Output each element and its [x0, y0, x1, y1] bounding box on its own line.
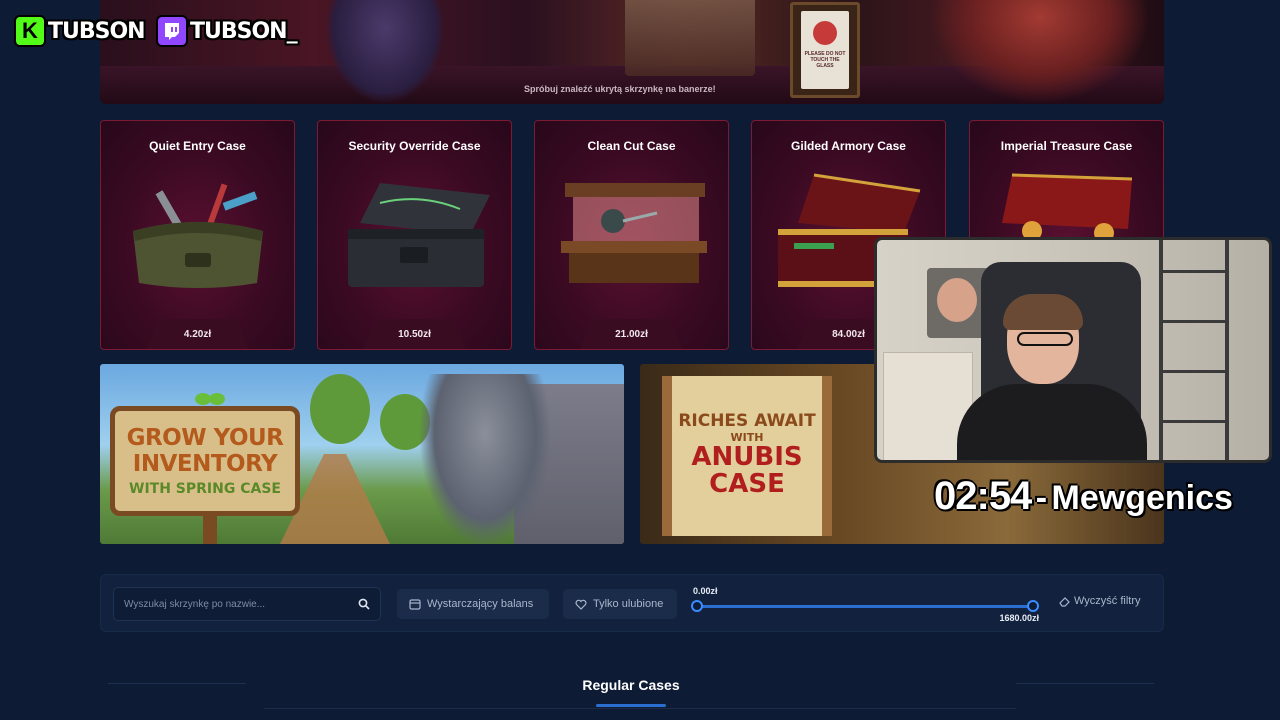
- section-title-regular-cases[interactable]: Regular Cases: [0, 677, 1262, 693]
- timer-clock: 02:54: [934, 474, 1032, 518]
- tab-divider: [264, 708, 1016, 709]
- favorites-label: Tylko ulubione: [593, 598, 664, 610]
- streamer-hair: [1003, 294, 1083, 330]
- search-icon[interactable]: [358, 598, 370, 610]
- range-min-label: 0.00zł: [693, 586, 718, 596]
- twitch-username: TUBSON_: [190, 18, 298, 44]
- clear-filters-label: Wyczyść filtry: [1074, 595, 1141, 607]
- active-tab-indicator: [596, 704, 666, 707]
- duffel-bag-icon: [133, 183, 263, 288]
- filter-bar: Wystarczający balans Tylko ulubione 0.00…: [100, 574, 1164, 632]
- sign-post: [203, 516, 217, 544]
- range-max-handle[interactable]: [1027, 600, 1039, 612]
- eraser-icon: [1059, 596, 1070, 607]
- webcam-overlay: [874, 237, 1272, 463]
- balance-label: Wystarczający balans: [427, 598, 534, 610]
- grow-inventory-sign: GROW YOUR INVENTORY WITH SPRING CASE: [110, 393, 300, 544]
- twitch-badge: TUBSON_: [156, 14, 298, 48]
- promo-line-3: WITH SPRING CASE: [129, 481, 281, 498]
- kick-badge: K TUBSON: [14, 14, 146, 48]
- promo-line-1: GROW YOUR: [126, 424, 284, 451]
- search-input[interactable]: [124, 598, 344, 610]
- glasses-icon: [1017, 332, 1073, 346]
- case-title: Imperial Treasure Case: [1000, 139, 1133, 153]
- price-range-slider[interactable]: 0.00zł 1680.00zł: [691, 583, 1043, 627]
- streamer-torso: [957, 384, 1147, 460]
- case-title: Gilded Armory Case: [791, 139, 906, 153]
- anubis-scroll: RICHES AWAIT WITH ANUBIS CASE: [662, 376, 832, 536]
- promo-line-4: CASE: [709, 469, 785, 500]
- promo-line-3: ANUBIS: [691, 442, 803, 473]
- banner-do-not-touch-sign: PLEASE DO NOT TOUCH THE GLASS: [790, 2, 860, 98]
- kick-logo-icon: K: [14, 15, 46, 47]
- timer-game: Mewgenics: [1051, 479, 1233, 517]
- clear-filters-button[interactable]: Wyczyść filtry: [1059, 595, 1141, 607]
- banner-display-case: [625, 0, 755, 76]
- promo-line-1: RICHES AWAIT: [678, 411, 816, 432]
- glass-display-case-icon: [561, 183, 707, 283]
- sprout-icon: [195, 393, 225, 405]
- case-title: Security Override Case: [348, 139, 481, 153]
- page: PLEASE DO NOT TOUCH THE GLASS Spróbuj zn…: [0, 0, 1280, 720]
- case-card-security-override[interactable]: Security Override Case 10.50zł: [317, 120, 512, 350]
- range-min-handle[interactable]: [691, 600, 703, 612]
- sign-panel: PLEASE DO NOT TOUCH THE GLASS: [801, 11, 849, 89]
- case-card-quiet-entry[interactable]: Quiet Entry Case 4.20zł: [100, 120, 295, 350]
- wallet-icon: [409, 598, 421, 610]
- timer-separator: -: [1035, 479, 1048, 517]
- favorites-only-toggle[interactable]: Tylko ulubione: [563, 589, 677, 619]
- case-price: 4.20zł: [146, 319, 249, 349]
- webcam-shelf: [1159, 240, 1229, 460]
- range-track[interactable]: [697, 605, 1033, 608]
- webcam-streamer: [917, 294, 1157, 460]
- search-box[interactable]: [113, 587, 381, 621]
- sign-text: PLEASE DO NOT TOUCH THE GLASS: [804, 51, 846, 69]
- banner-character-right: [930, 0, 1150, 104]
- tree-icon: [310, 374, 370, 444]
- stream-timer: 02:54 - Mewgenics: [934, 474, 1233, 519]
- kick-username: TUBSON: [48, 18, 146, 44]
- banner-character-left: [325, 0, 445, 104]
- promo-character: [420, 374, 550, 544]
- banner-caption: Spróbuj znaleźć ukrytą skrzynkę na baner…: [524, 84, 716, 94]
- promo-spring-case[interactable]: GROW YOUR INVENTORY WITH SPRING CASE: [100, 364, 624, 544]
- range-max-label: 1680.00zł: [999, 613, 1039, 623]
- toolbox-chest-icon: [348, 183, 490, 287]
- case-title: Quiet Entry Case: [149, 139, 246, 153]
- case-price: 21.00zł: [580, 319, 683, 349]
- stop-hand-icon: [813, 21, 837, 45]
- promo-line-2: INVENTORY: [132, 451, 278, 477]
- case-title: Clean Cut Case: [587, 139, 676, 153]
- twitch-logo-icon: [156, 15, 188, 47]
- sufficient-balance-toggle[interactable]: Wystarczający balans: [397, 589, 549, 619]
- case-card-clean-cut[interactable]: Clean Cut Case 21.00zł: [534, 120, 729, 350]
- case-price: 10.50zł: [363, 319, 466, 349]
- heart-icon: [575, 599, 587, 610]
